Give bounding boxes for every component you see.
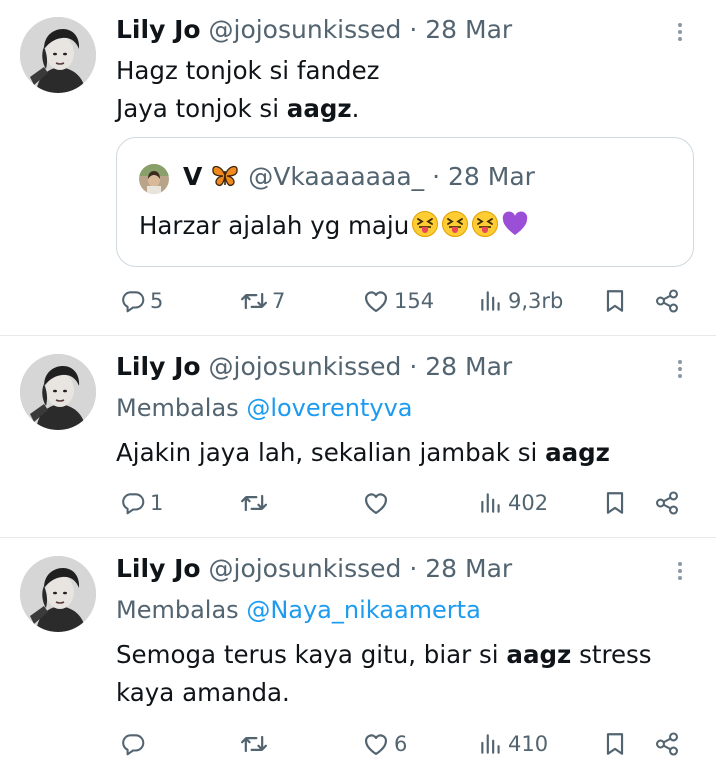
quote-header: V @Vkaaaaaaa_ · 28 Mar [183,162,535,195]
retweet-button[interactable]: 7 [240,284,285,318]
view-count: 410 [508,732,549,756]
butterfly-icon [210,163,240,195]
tongue-emoji-icon [471,210,499,244]
reply-button[interactable] [120,727,146,761]
bookmark-button[interactable] [602,284,628,318]
tweet-text: Hagz tonjok si fandez Jaya tonjok si aag… [116,52,380,128]
share-icon [654,288,680,314]
quote-author-name: V [183,162,203,191]
like-count: 6 [394,732,408,756]
views-icon [478,490,504,516]
reply-count: 1 [150,491,164,515]
reply-button[interactable]: 1 [120,486,163,520]
tweet-date[interactable]: · 28 Mar [409,554,512,583]
share-button[interactable] [654,284,680,318]
tweet-date[interactable]: · 28 Mar [409,352,512,381]
views-icon [478,731,504,757]
bookmark-icon [602,731,628,757]
quote-date: · 28 Mar [432,162,535,191]
tweet-header: Lily Jo @jojosunkissed · 28 Mar [116,554,512,584]
retweet-icon [240,287,268,315]
retweet-button[interactable] [240,486,268,520]
share-button[interactable] [654,727,680,761]
replying-to: Membalas @loverentyva [116,394,413,422]
reply-button[interactable]: 5 [120,284,163,318]
like-button[interactable] [362,486,390,520]
more-icon[interactable] [674,357,686,387]
quoted-tweet[interactable]: V @Vkaaaaaaa_ · 28 Mar Harzar ajalah yg … [116,137,694,267]
action-bar: 1 402 [116,486,696,520]
retweet-count: 7 [272,289,286,313]
reply-icon [120,288,146,314]
views-button[interactable]: 9,3rb [478,284,563,318]
views-button[interactable]: 410 [478,727,548,761]
view-count: 9,3rb [508,289,564,313]
avatar[interactable] [20,354,96,430]
retweet-button[interactable] [240,727,268,761]
tweet-header: Lily Jo @jojosunkissed · 28 Mar [116,15,512,45]
heart-icon [362,489,390,517]
views-icon [478,288,504,314]
author-name[interactable]: Lily Jo [116,352,201,381]
tweet-3[interactable]: Lily Jo @jojosunkissed · 28 Mar Membalas… [0,538,716,772]
more-icon[interactable] [674,559,686,589]
share-icon [654,731,680,757]
quote-text: Harzar ajalah yg maju [139,210,529,244]
bookmark-icon [602,490,628,516]
tongue-emoji-icon [411,210,439,244]
tweet-text-line: Jaya tonjok si aagz. [116,94,360,123]
bold-word: aagz [506,640,572,669]
bold-word: aagz [286,94,352,123]
replying-to: Membalas @Naya_nikaamerta [116,596,481,624]
author-name[interactable]: Lily Jo [116,554,201,583]
reply-icon [120,490,146,516]
tweet-2[interactable]: Lily Jo @jojosunkissed · 28 Mar Membalas… [0,336,716,536]
like-count: 154 [394,289,435,313]
heart-icon [362,287,390,315]
tongue-emoji-icon [441,210,469,244]
action-bar: 5 7 154 9,3rb [116,284,696,318]
author-handle[interactable]: @jojosunkissed [209,352,402,381]
views-button[interactable]: 402 [478,486,548,520]
bookmark-icon [602,288,628,314]
author-handle[interactable]: @jojosunkissed [209,554,402,583]
share-icon [654,490,680,516]
purple-heart-icon [501,211,529,243]
bold-word: aagz [545,438,610,467]
tweet-1[interactable]: Lily Jo @jojosunkissed · 28 Mar Hagz ton… [0,0,716,335]
tweet-date[interactable]: · 28 Mar [409,15,512,44]
quote-avatar [139,164,169,194]
share-button[interactable] [654,486,680,520]
author-name[interactable]: Lily Jo [116,15,201,44]
quote-author-handle: @Vkaaaaaaa_ [248,162,425,191]
tweet-text-line: kaya amanda. [116,678,290,707]
heart-icon [362,730,390,758]
tweet-text: Semoga terus kaya gitu, biar si aagz str… [116,636,652,712]
view-count: 402 [508,491,549,515]
like-button[interactable]: 154 [362,284,434,318]
retweet-icon [240,489,268,517]
author-handle[interactable]: @jojosunkissed [209,15,402,44]
tweet-text-line: Semoga terus kaya gitu, biar si aagz str… [116,640,652,669]
action-bar: 6 410 [116,727,696,761]
reply-icon [120,731,146,757]
avatar[interactable] [20,556,96,632]
retweet-icon [240,730,268,758]
reply-to-mention[interactable]: @Naya_nikaamerta [246,596,480,624]
reply-count: 5 [150,289,164,313]
avatar[interactable] [20,17,96,93]
more-icon[interactable] [674,20,686,50]
like-button[interactable]: 6 [362,727,407,761]
tweet-text-line: Hagz tonjok si fandez [116,56,380,85]
bookmark-button[interactable] [602,486,628,520]
bookmark-button[interactable] [602,727,628,761]
quote-text-content: Harzar ajalah yg maju [139,211,410,240]
tweet-header: Lily Jo @jojosunkissed · 28 Mar [116,352,512,382]
tweet-text: Ajakin jaya lah, sekalian jambak si aagz [116,438,610,467]
reply-to-mention[interactable]: @loverentyva [246,394,412,422]
